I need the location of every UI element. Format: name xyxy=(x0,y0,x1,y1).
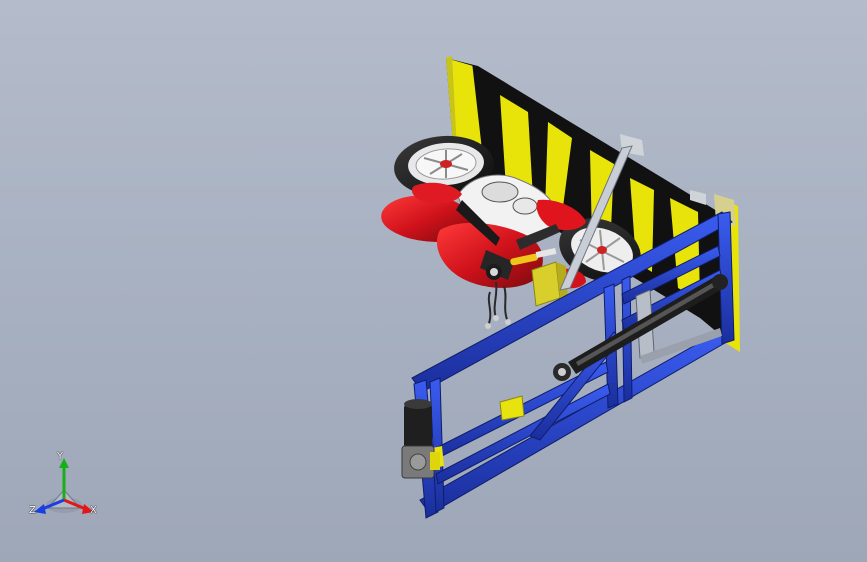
z-axis-label: Z xyxy=(29,505,36,516)
graphics-viewport[interactable]: Y Z X xyxy=(0,0,867,562)
y-axis-label: Y xyxy=(57,451,64,462)
yellow-bracket[interactable] xyxy=(499,395,525,421)
cad-model-assembly[interactable] xyxy=(0,0,867,562)
x-axis-label: X xyxy=(90,505,97,516)
